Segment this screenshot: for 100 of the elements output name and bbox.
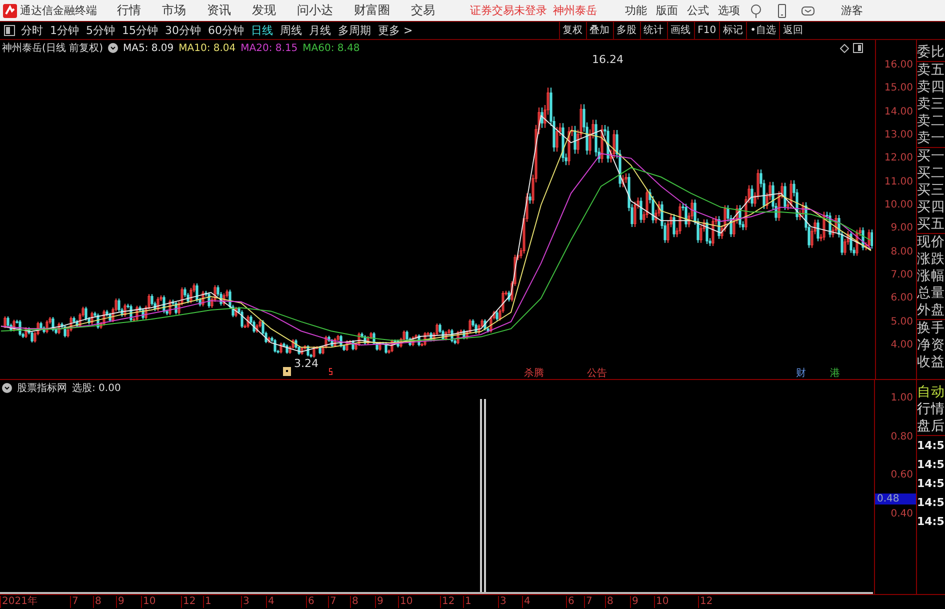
menu-item[interactable]: 选项 xyxy=(718,3,740,18)
event-marker[interactable]: 财 xyxy=(795,366,807,379)
axis-label: 9.00 xyxy=(890,222,913,234)
period-tab[interactable]: 周线 xyxy=(280,23,302,38)
high-price-label: 16.24 xyxy=(592,53,624,66)
quote-label: 外盘 xyxy=(917,302,945,319)
date-label: 9 xyxy=(116,596,124,608)
menu-item[interactable]: 发现 xyxy=(252,2,276,19)
date-label: 10 xyxy=(141,596,156,608)
chevron-circle-icon[interactable] xyxy=(108,43,118,53)
chart-title: 神州泰岳(日线 前复权) xyxy=(2,42,103,55)
period-tab[interactable]: 多周期 xyxy=(338,23,371,38)
axis-label: 7.00 xyxy=(890,269,913,280)
toolbar-button[interactable]: 叠加 xyxy=(586,22,613,39)
period-tab[interactable]: 分时 xyxy=(21,23,43,38)
period-tab[interactable]: 5分钟 xyxy=(86,23,115,38)
menu-item[interactable]: 市场 xyxy=(162,2,186,19)
axis-label: 8.00 xyxy=(890,246,913,258)
quote-label: 涨幅 xyxy=(917,268,945,285)
toolbar-button[interactable]: •自选 xyxy=(746,22,780,39)
period-tab[interactable]: 月线 xyxy=(309,23,331,38)
balloon-icon[interactable] xyxy=(749,4,763,18)
panel-tab[interactable]: 行情 xyxy=(917,401,945,418)
ma-legend-item: MA10: 8.04 xyxy=(178,42,236,54)
date-label: 4 xyxy=(266,596,274,608)
menu-item[interactable]: 交易 xyxy=(411,2,435,19)
stock-name: 神州泰岳 xyxy=(553,3,597,18)
menu-item[interactable]: 行情 xyxy=(117,2,141,19)
quote-label: 现价 xyxy=(917,234,945,251)
date-label: 8 xyxy=(93,596,102,608)
diamond-icon[interactable] xyxy=(840,44,849,52)
phone-icon[interactable] xyxy=(775,4,789,18)
quote-label: 买四 xyxy=(917,199,945,216)
panel-tab[interactable]: 自动 xyxy=(917,384,945,401)
date-label: 9 xyxy=(375,596,384,608)
more-link[interactable]: 更多 > xyxy=(378,23,413,38)
low-price-label: 3.24 xyxy=(294,357,318,370)
menu-item[interactable]: 功能 xyxy=(625,3,647,18)
quote-label: 卖二 xyxy=(917,113,945,130)
period-tab[interactable]: 日线 xyxy=(251,23,273,38)
menu-item[interactable]: 问小达 xyxy=(297,2,333,19)
app-title: 通达信金融终端 xyxy=(20,3,97,18)
login-status[interactable]: 证券交易未登录 xyxy=(470,3,547,18)
toolbar-button[interactable]: 返回 xyxy=(779,22,806,39)
event-marker[interactable]: 港 xyxy=(829,366,841,379)
quote-label: 换手 xyxy=(917,320,945,337)
logo-icon xyxy=(3,4,17,18)
date-label: 3 xyxy=(241,596,250,608)
note-icon[interactable] xyxy=(283,367,291,376)
quote-label: 买一 xyxy=(917,148,945,165)
event-marker[interactable]: 公告 xyxy=(586,366,608,379)
user-name[interactable]: 游客 xyxy=(841,3,863,18)
date-label: 8 xyxy=(605,596,614,608)
date-label: 9 xyxy=(630,596,638,608)
quote-label: 净资 xyxy=(917,337,945,354)
menu-item[interactable]: 财富圈 xyxy=(354,2,390,19)
axis-label: 16.00 xyxy=(884,59,913,70)
panel-tab[interactable]: 盘后 xyxy=(917,418,945,435)
date-label: 6 xyxy=(306,596,314,608)
toolbar-button[interactable]: 复权 xyxy=(558,22,586,39)
quote-label: 总量 xyxy=(917,285,945,302)
quote-label: 委比 xyxy=(917,44,945,61)
date-label: 4 xyxy=(522,596,530,608)
axis-label: 14.00 xyxy=(884,106,913,118)
quote-label: 卖五 xyxy=(917,62,945,79)
panel-toggle-icon[interactable] xyxy=(4,25,15,36)
axis-label: 1.00 xyxy=(890,392,913,404)
event-marker[interactable]: 杀腾 xyxy=(523,366,545,379)
date-label: 12 xyxy=(698,596,713,608)
axis-label: 4.00 xyxy=(890,339,913,350)
date-label: 12 xyxy=(181,596,196,608)
period-tab[interactable]: 30分钟 xyxy=(165,23,201,38)
ma-legend-item: MA20: 8.15 xyxy=(240,42,298,54)
toolbar-button[interactable]: F10 xyxy=(694,22,720,39)
quote-label: 收益 xyxy=(917,354,945,371)
ma-legend-item: MA60: 8.48 xyxy=(302,42,360,54)
chevron-circle-icon[interactable] xyxy=(2,383,12,393)
quote-label: 买五 xyxy=(917,216,945,233)
quote-label: 卖四 xyxy=(917,79,945,96)
date-label: 1 xyxy=(203,596,212,608)
trade-time: 14:5 xyxy=(917,476,945,492)
axis-label: 6.00 xyxy=(890,292,913,304)
date-label: 10 xyxy=(654,596,669,608)
toolbar-button[interactable]: 标记 xyxy=(719,22,746,39)
toolbar-button[interactable]: 画线 xyxy=(666,22,694,39)
toolbar-button[interactable]: 多股 xyxy=(612,22,640,39)
menu-item[interactable]: 版面 xyxy=(656,3,678,18)
message-icon[interactable] xyxy=(801,4,815,18)
trade-time: 14:5 xyxy=(917,495,945,511)
quote-label: 涨跌 xyxy=(917,251,945,268)
menu-item[interactable]: 公式 xyxy=(687,3,709,18)
period-tab[interactable]: 60分钟 xyxy=(208,23,244,38)
date-label: 2021年 xyxy=(0,596,38,608)
period-tab[interactable]: 15分钟 xyxy=(122,23,158,38)
panel-toggle-icon[interactable] xyxy=(853,43,863,53)
toolbar-button[interactable]: 统计 xyxy=(640,22,667,39)
menu-item[interactable]: 资讯 xyxy=(207,2,231,19)
date-label: 10 xyxy=(398,596,413,608)
period-tab[interactable]: 1分钟 xyxy=(50,23,79,38)
axis-label: 11.00 xyxy=(884,176,913,188)
